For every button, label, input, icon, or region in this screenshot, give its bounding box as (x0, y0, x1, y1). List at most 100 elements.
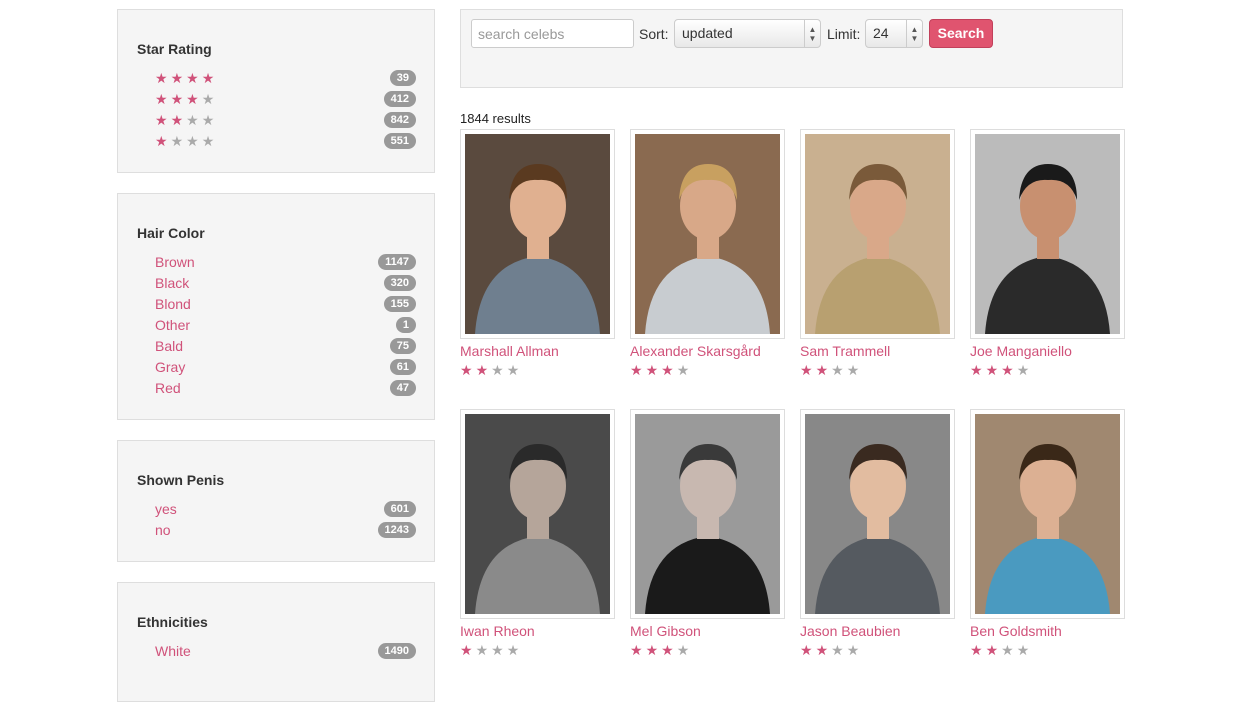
star-filled-icon: ★ (645, 642, 662, 658)
celeb-card[interactable]: Jason Beaubien ★★★★ (800, 409, 955, 660)
star-filled-icon: ★ (661, 362, 677, 378)
celeb-card[interactable]: Ben Goldsmith ★★★★ (970, 409, 1125, 660)
star-filled-icon: ★ (970, 362, 986, 378)
hair-color-item[interactable]: Brown 1147 (155, 252, 416, 273)
star-empty-icon: ★ (846, 362, 863, 378)
star-filled-icon: ★ (985, 642, 1002, 658)
limit-select-value: 24 (873, 25, 889, 41)
shown-penis-title: Shown Penis (137, 472, 225, 488)
shown-penis-link[interactable]: yes (155, 501, 177, 517)
count-badge: 1243 (377, 522, 416, 538)
ethnicities-list: White 1490 (155, 641, 416, 662)
hair-color-item[interactable]: Red 47 (155, 378, 416, 399)
star-empty-icon: ★ (491, 362, 507, 378)
celeb-card[interactable]: Iwan Rheon ★★★★ (460, 409, 615, 660)
star-rating-item[interactable]: ★★★★ 412 (155, 89, 416, 110)
star-rating-list: ★★★★ 39 ★★★★ 412 ★★★★ 842 ★★★★ 551 (155, 68, 416, 152)
celeb-name-link[interactable]: Mel Gibson (630, 622, 785, 640)
celeb-photo-link[interactable] (800, 129, 955, 339)
star-empty-icon: ★ (676, 362, 693, 378)
count-badge: 1490 (377, 643, 416, 659)
celeb-card[interactable]: Mel Gibson ★★★★ (630, 409, 785, 660)
shown-penis-link[interactable]: no (155, 522, 171, 538)
hair-color-link[interactable]: Bald (155, 338, 183, 354)
star-empty-icon: ★ (831, 642, 847, 658)
hair-color-item[interactable]: Gray 61 (155, 357, 416, 378)
celeb-photo-link[interactable] (970, 409, 1125, 619)
hair-color-link[interactable]: Gray (155, 359, 185, 375)
search-button[interactable]: Search (929, 19, 993, 48)
celeb-rating: ★★★★ (460, 360, 615, 380)
celeb-name-link[interactable]: Joe Manganiello (970, 342, 1125, 360)
sort-select-value: updated (682, 25, 733, 41)
hair-color-item[interactable]: Other 1 (155, 315, 416, 336)
star-rating-item[interactable]: ★★★★ 39 (155, 68, 416, 89)
celeb-photo-link[interactable] (460, 409, 615, 619)
celeb-card[interactable]: Sam Trammell ★★★★ (800, 129, 955, 380)
celeb-photo-link[interactable] (630, 129, 785, 339)
star-rating-link[interactable]: ★★★★ (155, 133, 217, 149)
celeb-name-link[interactable]: Iwan Rheon (460, 622, 615, 640)
celeb-photo (975, 414, 1120, 614)
star-filled-icon: ★ (630, 642, 646, 658)
celeb-name-link[interactable]: Alexander Skarsgård (630, 342, 785, 360)
celeb-photo-link[interactable] (460, 129, 615, 339)
star-rating-link[interactable]: ★★★★ (155, 91, 217, 107)
hair-color-link[interactable]: Black (155, 275, 189, 291)
star-rating-link[interactable]: ★★★★ (155, 70, 217, 86)
ethnicity-item[interactable]: White 1490 (155, 641, 416, 662)
star-filled-icon: ★ (800, 642, 816, 658)
hair-color-list: Brown 1147 Black 320 Blond 155 Other 1 Bald 75 Gra… (155, 252, 416, 399)
star-empty-icon: ★ (491, 642, 507, 658)
star-empty-icon: ★ (186, 112, 202, 128)
celeb-name-link[interactable]: Jason Beaubien (800, 622, 955, 640)
celeb-name-link[interactable]: Ben Goldsmith (970, 622, 1125, 640)
celeb-photo-link[interactable] (630, 409, 785, 619)
celeb-name-link[interactable]: Sam Trammell (800, 342, 955, 360)
celeb-card[interactable]: Marshall Allman ★★★★ (460, 129, 615, 380)
star-rating-item[interactable]: ★★★★ 551 (155, 131, 416, 152)
count-badge: 75 (389, 338, 416, 354)
hair-color-link[interactable]: Other (155, 317, 190, 333)
hair-color-item[interactable]: Bald 75 (155, 336, 416, 357)
star-empty-icon: ★ (846, 642, 863, 658)
sort-select[interactable]: updated ▲ ▼ (674, 19, 821, 48)
ethnicity-link[interactable]: White (155, 643, 191, 659)
star-filled-icon: ★ (460, 642, 476, 658)
hair-color-link[interactable]: Brown (155, 254, 195, 270)
hair-color-title: Hair Color (137, 225, 205, 241)
ethnicities-title: Ethnicities (137, 614, 208, 630)
celeb-rating: ★★★★ (630, 640, 785, 660)
celeb-rating: ★★★★ (800, 360, 955, 380)
star-rating-title: Star Rating (137, 41, 212, 57)
star-filled-icon: ★ (201, 70, 218, 86)
hair-color-panel: Hair Color Brown 1147 Black 320 Blond 155 Othe… (117, 193, 435, 420)
limit-select[interactable]: 24 ▲ ▼ (865, 19, 923, 48)
celeb-photo (805, 134, 950, 334)
hair-color-item[interactable]: Black 320 (155, 273, 416, 294)
celeb-card[interactable]: Alexander Skarsgård ★★★★ (630, 129, 785, 380)
star-filled-icon: ★ (1001, 362, 1017, 378)
celeb-photo (635, 134, 780, 334)
star-filled-icon: ★ (815, 362, 832, 378)
hair-color-item[interactable]: Blond 155 (155, 294, 416, 315)
celeb-photo-link[interactable] (970, 129, 1125, 339)
search-input[interactable] (471, 19, 634, 48)
star-empty-icon: ★ (1001, 642, 1017, 658)
celeb-photo-link[interactable] (800, 409, 955, 619)
star-rating-link[interactable]: ★★★★ (155, 112, 217, 128)
shown-penis-item[interactable]: yes 601 (155, 499, 416, 520)
star-empty-icon: ★ (201, 112, 218, 128)
star-rating-item[interactable]: ★★★★ 842 (155, 110, 416, 131)
ethnicities-panel: Ethnicities White 1490 (117, 582, 435, 702)
count-badge: 1147 (378, 254, 416, 270)
star-filled-icon: ★ (155, 91, 171, 107)
hair-color-link[interactable]: Blond (155, 296, 191, 312)
hair-color-link[interactable]: Red (155, 380, 181, 396)
shown-penis-item[interactable]: no 1243 (155, 520, 416, 541)
count-badge: 842 (383, 112, 416, 128)
celeb-name-link[interactable]: Marshall Allman (460, 342, 615, 360)
star-filled-icon: ★ (645, 362, 662, 378)
celeb-card[interactable]: Joe Manganiello ★★★★ (970, 129, 1125, 380)
count-badge: 551 (383, 133, 416, 149)
